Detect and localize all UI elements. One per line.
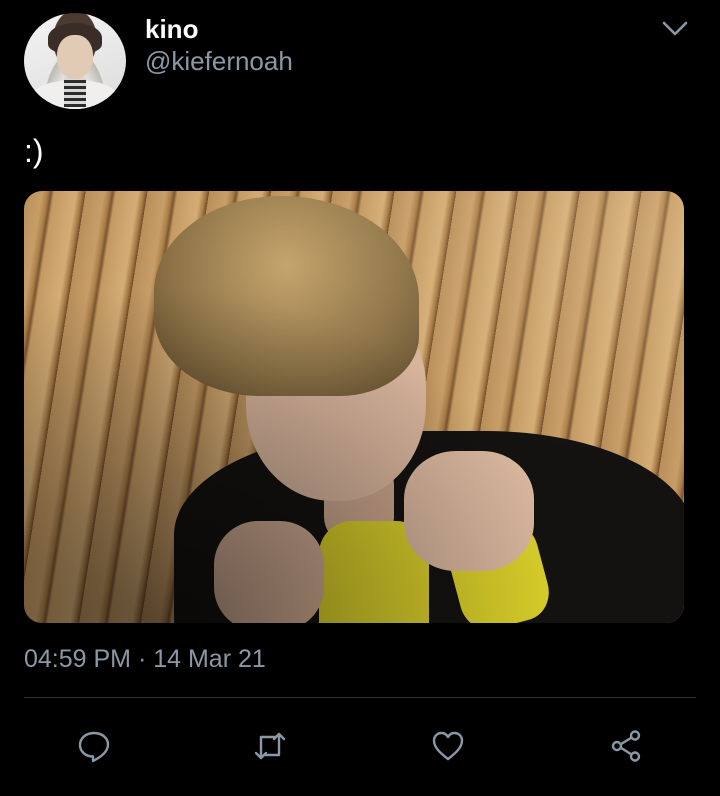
divider	[24, 697, 696, 698]
more-options-button[interactable]	[658, 14, 692, 44]
display-name[interactable]: kino	[145, 14, 198, 45]
heart-icon	[432, 731, 464, 761]
reply-button[interactable]	[72, 724, 116, 768]
retweet-button[interactable]	[248, 724, 292, 768]
user-handle[interactable]: @kiefernoah	[145, 46, 293, 77]
like-button[interactable]	[426, 724, 470, 768]
share-button[interactable]	[604, 724, 648, 768]
retweet-icon	[254, 732, 286, 760]
share-icon	[611, 730, 641, 762]
reply-icon	[78, 731, 110, 763]
tweet-detail: kino @kiefernoah :) 04:59 PM · 14 Mar 21	[0, 0, 720, 796]
tweet-text: :)	[24, 133, 44, 169]
avatar[interactable]	[24, 13, 126, 109]
tweet-photo[interactable]	[24, 191, 684, 623]
chevron-down-icon	[662, 21, 688, 36]
tweet-timestamp[interactable]: 04:59 PM · 14 Mar 21	[24, 645, 266, 674]
